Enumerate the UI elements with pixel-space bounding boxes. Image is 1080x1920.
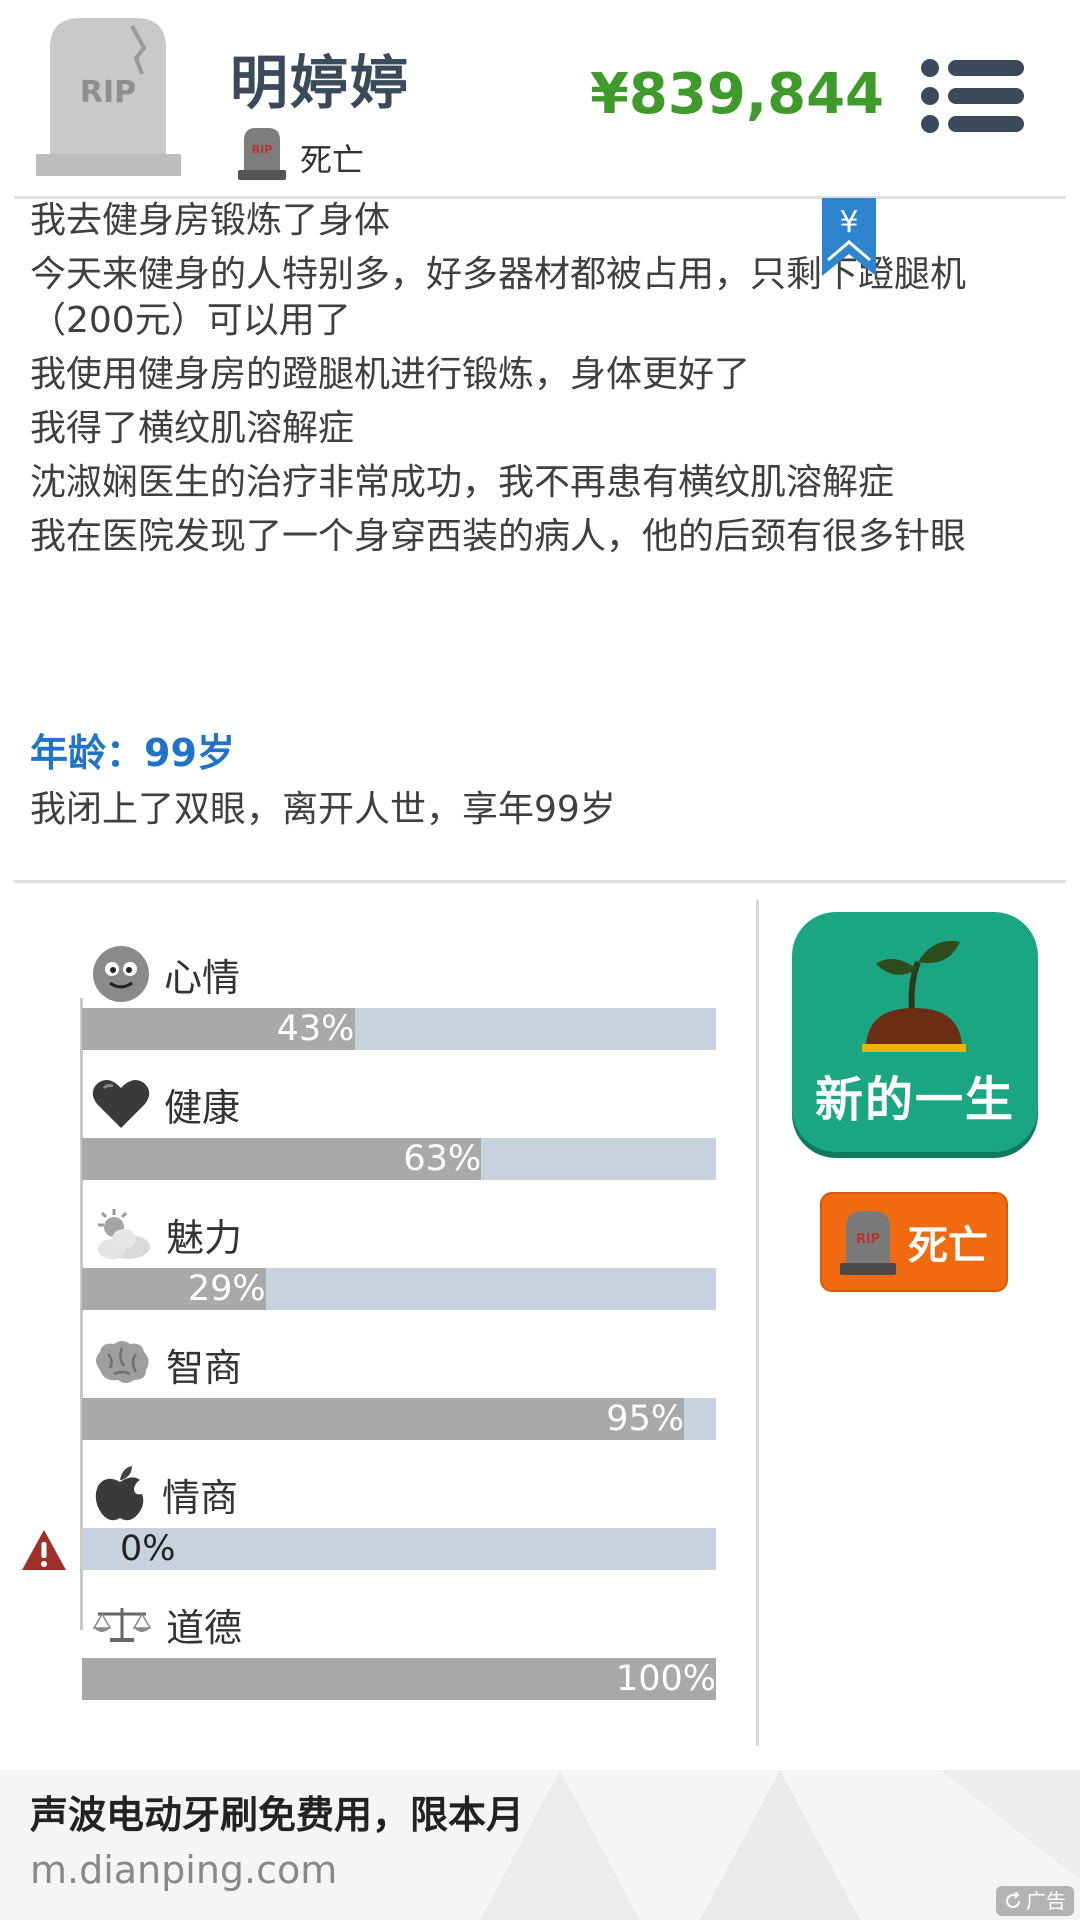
ad-badge-label: 广告 — [1026, 1889, 1066, 1913]
refresh-icon — [1006, 1892, 1020, 1908]
stat-value: 0% — [120, 1529, 176, 1569]
character-name: 明婷婷 — [230, 49, 411, 117]
stats-panel: 心情 43% 健康 63% 魅力 29% 智商 95% 情商 0% 道德 100… — [0, 900, 760, 1750]
stat-eq: 情商 0% — [0, 1464, 760, 1594]
age-heading: 年龄：99岁 — [30, 731, 235, 775]
stat-label: 心情 — [164, 955, 241, 1000]
stat-bar: 29% — [82, 1268, 716, 1310]
stat-label: 智商 — [166, 1345, 243, 1390]
scales-icon — [92, 1608, 152, 1642]
stat-value: 100% — [616, 1659, 717, 1699]
brain-icon — [96, 1341, 149, 1383]
stat-value: 43% — [276, 1009, 355, 1049]
log-line: 我使用健身房的蹬腿机进行锻炼，身体更好了 — [30, 354, 751, 395]
svg-text:¥: ¥ — [839, 205, 858, 240]
log-line: 沈淑娴医生的治疗非常成功，我不再患有横纹肌溶解症 — [30, 462, 895, 503]
stat-label: 情商 — [162, 1475, 239, 1520]
ad-banner[interactable]: 声波电动牙刷免费用，限本月 m.dianping.com 广告 — [0, 1770, 1080, 1920]
stat-label: 道德 — [166, 1605, 243, 1650]
death-message: 我闭上了双眼，离开人世，享年99岁 — [30, 789, 616, 830]
stat-charm: 魅力 29% — [0, 1204, 760, 1334]
stat-bar-fill — [82, 1398, 685, 1440]
stat-bar: 63% — [82, 1138, 716, 1180]
stat-value: 95% — [606, 1399, 685, 1439]
sprout-icon — [862, 940, 966, 1052]
ad-url: m.dianping.com — [30, 1848, 338, 1892]
new-life-button[interactable]: 新的一生 — [792, 912, 1038, 1152]
section-divider — [14, 880, 1066, 883]
status-row: RIP 死亡 — [238, 124, 364, 180]
stat-bar: 95% — [82, 1398, 716, 1440]
menu-icon[interactable] — [920, 58, 1024, 134]
stat-label: 魅力 — [166, 1215, 243, 1260]
log-line: 今天来健身的人特别多，好多器材都被占用，只剩下蹬腿机（200元）可以用了 — [30, 254, 967, 341]
stat-label: 健康 — [164, 1085, 241, 1130]
stat-bar: 43% — [82, 1008, 716, 1050]
svg-text:RIP: RIP — [252, 143, 273, 156]
stat-bar: 0% — [82, 1528, 716, 1570]
smiley-face-icon — [93, 946, 149, 1002]
stat-value: 29% — [187, 1269, 266, 1309]
apple-icon — [95, 1466, 144, 1521]
stat-bar: 100% — [82, 1658, 716, 1700]
stat-iq: 智商 95% — [0, 1334, 760, 1464]
log-line: 我在医院发现了一个身穿西装的病人，他的后颈有很多针眼 — [30, 516, 967, 557]
event-log: 我去健身房锻炼了身体 今天来健身的人特别多，好多器材都被占用，只剩下蹬腿机（20… — [30, 198, 1040, 568]
stat-mood: 心情 43% — [0, 944, 760, 1074]
warning-icon[interactable] — [20, 1528, 68, 1572]
panel-divider — [756, 900, 759, 1746]
death-button[interactable]: RIP 死亡 — [820, 1192, 1008, 1292]
log-line: 我去健身房锻炼了身体 — [30, 200, 391, 241]
death-button-label: 死亡 — [908, 1223, 988, 1269]
tombstone-icon: RIP — [238, 128, 286, 180]
stat-value: 63% — [403, 1139, 482, 1179]
money-bookmark-icon[interactable]: ¥ — [822, 198, 876, 276]
tombstone-icon: RIP — [36, 18, 181, 176]
life-status-text: 死亡 — [300, 141, 365, 179]
log-line: 我得了横纹肌溶解症 — [30, 408, 355, 449]
ad-title: 声波电动牙刷免费用，限本月 — [30, 1793, 525, 1837]
sun-cloud-icon — [98, 1209, 150, 1259]
new-life-label: 新的一生 — [814, 1072, 1015, 1128]
svg-text:RIP: RIP — [80, 75, 136, 110]
svg-text:RIP: RIP — [856, 1232, 880, 1247]
stat-health: 健康 63% — [0, 1074, 760, 1204]
heart-icon — [92, 1079, 150, 1128]
money-balance: ¥839,844 — [589, 62, 884, 127]
tombstone-icon: RIP — [840, 1211, 896, 1275]
ad-badge: 广告 — [996, 1886, 1074, 1916]
header: RIP 明婷婷 RIP 死亡 ¥839,844 — [0, 0, 1080, 196]
stat-morality: 道德 100% — [0, 1594, 760, 1724]
